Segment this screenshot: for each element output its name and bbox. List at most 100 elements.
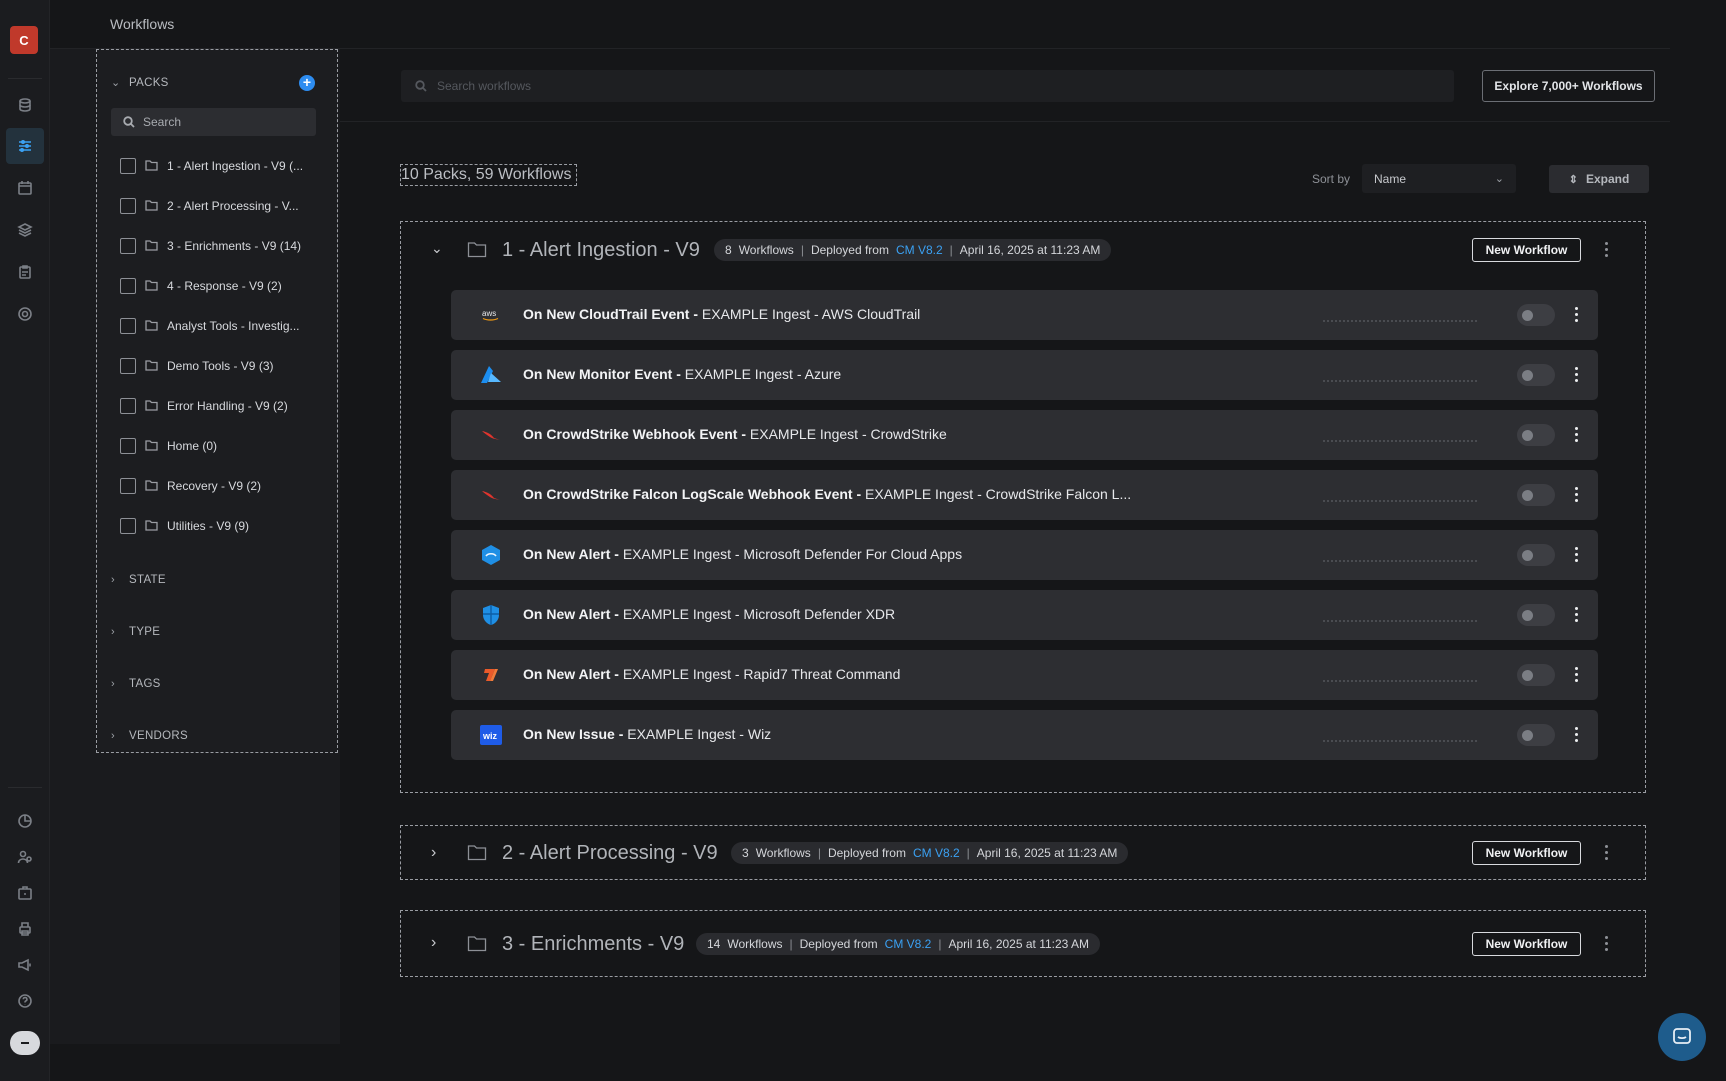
pack-filter-item[interactable]: Error Handling - V9 (2) [120, 398, 288, 414]
printer-icon[interactable] [15, 919, 35, 939]
workflow-name: On New CloudTrail Event - EXAMPLE Ingest… [523, 306, 920, 322]
workflow-toggle[interactable] [1517, 724, 1555, 746]
expand-button[interactable]: ⇕ Expand [1549, 165, 1649, 193]
pie-chart-icon[interactable] [15, 811, 35, 831]
new-workflow-button[interactable]: New Workflow [1472, 238, 1581, 262]
layers-icon[interactable] [15, 220, 35, 240]
chat-launcher-button[interactable] [1658, 1013, 1706, 1061]
checkbox[interactable] [120, 318, 136, 334]
workflow-toggle[interactable] [1517, 544, 1555, 566]
checkbox[interactable] [120, 238, 136, 254]
calendar-icon[interactable] [15, 178, 35, 198]
pack-header[interactable]: ⌄ 1 - Alert Ingestion - V9 8 Workflows |… [401, 222, 1645, 278]
checkbox[interactable] [120, 438, 136, 454]
chevron-right-icon[interactable]: › [431, 934, 436, 952]
tags-section-header[interactable]: › TAGS [111, 678, 161, 690]
chevron-right-icon: › [111, 626, 115, 638]
workflow-trigger: On New Alert - [523, 666, 619, 682]
workflow-toggle[interactable] [1517, 664, 1555, 686]
workflow-row[interactable]: aws On New CloudTrail Event - EXAMPLE In… [451, 290, 1598, 340]
chevron-right-icon[interactable]: › [431, 844, 436, 862]
workflow-trigger: On CrowdStrike Falcon LogScale Webhook E… [523, 486, 862, 502]
workflow-row[interactable]: On CrowdStrike Webhook Event - EXAMPLE I… [451, 410, 1598, 460]
pack-filter-item[interactable]: 4 - Response - V9 (2) [120, 278, 282, 294]
workflow-search-input[interactable]: Search workflows [401, 70, 1454, 102]
more-options-icon[interactable] [1573, 307, 1579, 322]
workflow-count: 3 [742, 846, 749, 860]
pack-filter-item[interactable]: 1 - Alert Ingestion - V9 (... [120, 158, 303, 174]
more-options-icon[interactable] [1573, 607, 1579, 622]
pack-filter-item[interactable]: 3 - Enrichments - V9 (14) [120, 238, 301, 254]
more-options-icon[interactable] [1573, 427, 1579, 442]
workflow-title: EXAMPLE Ingest - CrowdStrike [749, 426, 947, 442]
pack-filter-item[interactable]: Recovery - V9 (2) [120, 478, 261, 494]
workflow-row[interactable]: On New Alert - EXAMPLE Ingest - Microsof… [451, 530, 1598, 580]
workflows-icon[interactable] [15, 136, 35, 156]
pack-filter-item[interactable]: Analyst Tools - Investig... [120, 318, 300, 334]
target-icon[interactable] [15, 304, 35, 324]
pack-search-input[interactable]: Search [111, 108, 316, 136]
bot-avatar-icon[interactable] [10, 1031, 40, 1055]
app-logo[interactable]: C [10, 26, 38, 54]
more-options-icon[interactable] [1573, 727, 1579, 742]
cm-version-link[interactable]: CM V8.2 [896, 243, 943, 257]
vendors-section-header[interactable]: › VENDORS [111, 730, 188, 742]
workflow-toggle[interactable] [1517, 424, 1555, 446]
workflow-row[interactable]: On New Monitor Event - EXAMPLE Ingest - … [451, 350, 1598, 400]
pack-card: ⌄ 1 - Alert Ingestion - V9 8 Workflows |… [400, 221, 1646, 793]
packs-section-header[interactable]: ⌄ PACKS [111, 76, 169, 90]
defender-shield-icon [479, 603, 503, 627]
workflow-toggle[interactable] [1517, 484, 1555, 506]
users-icon[interactable] [15, 847, 35, 867]
checkbox[interactable] [120, 198, 136, 214]
more-options-icon[interactable] [1603, 936, 1609, 951]
more-options-icon[interactable] [1603, 242, 1609, 257]
workflow-name: On CrowdStrike Falcon LogScale Webhook E… [523, 486, 1131, 502]
workflow-row[interactable]: On New Alert - EXAMPLE Ingest - Rapid7 T… [451, 650, 1598, 700]
pack-card[interactable]: › 3 - Enrichments - V9 14 Workflows | De… [400, 910, 1646, 977]
clipboard-icon[interactable] [15, 262, 35, 282]
more-options-icon[interactable] [1573, 367, 1579, 382]
more-options-icon[interactable] [1573, 487, 1579, 502]
sort-select[interactable]: Name ⌄ [1362, 164, 1516, 193]
add-pack-button[interactable]: + [299, 75, 315, 91]
workflow-name: On New Monitor Event - EXAMPLE Ingest - … [523, 366, 841, 382]
pack-filter-label: 2 - Alert Processing - V... [167, 199, 299, 213]
checkbox[interactable] [120, 478, 136, 494]
workflow-count: 8 [725, 243, 732, 257]
type-section-header[interactable]: › TYPE [111, 626, 160, 638]
briefcase-icon[interactable] [15, 883, 35, 903]
checkbox[interactable] [120, 398, 136, 414]
checkbox[interactable] [120, 358, 136, 374]
workflow-row[interactable]: On CrowdStrike Falcon LogScale Webhook E… [451, 470, 1598, 520]
workflow-row[interactable]: wiz On New Issue - EXAMPLE Ingest - Wiz [451, 710, 1598, 760]
pack-card[interactable]: › 2 - Alert Processing - V9 3 Workflows … [400, 825, 1646, 880]
workflow-toggle[interactable] [1517, 304, 1555, 326]
workflow-row[interactable]: On New Alert - EXAMPLE Ingest - Microsof… [451, 590, 1598, 640]
folder-icon [467, 240, 487, 263]
database-icon[interactable] [15, 95, 35, 115]
explore-workflows-button[interactable]: Explore 7,000+ Workflows [1482, 70, 1655, 102]
new-workflow-button[interactable]: New Workflow [1472, 932, 1581, 956]
checkbox[interactable] [120, 518, 136, 534]
more-options-icon[interactable] [1603, 845, 1609, 860]
more-options-icon[interactable] [1573, 547, 1579, 562]
checkbox[interactable] [120, 278, 136, 294]
more-options-icon[interactable] [1573, 667, 1579, 682]
new-workflow-button[interactable]: New Workflow [1472, 841, 1581, 865]
pack-filter-item[interactable]: Home (0) [120, 438, 217, 454]
megaphone-icon[interactable] [15, 955, 35, 975]
pack-filter-item[interactable]: 2 - Alert Processing - V... [120, 198, 299, 214]
workflow-toggle[interactable] [1517, 364, 1555, 386]
chevron-down-icon[interactable]: ⌄ [431, 240, 443, 257]
pack-filter-item[interactable]: Utilities - V9 (9) [120, 518, 249, 534]
cm-version-link[interactable]: CM V8.2 [885, 937, 932, 951]
workflow-toggle[interactable] [1517, 604, 1555, 626]
checkbox[interactable] [120, 158, 136, 174]
help-icon[interactable] [15, 991, 35, 1011]
deployed-from-label: Deployed from [799, 937, 878, 951]
cm-version-link[interactable]: CM V8.2 [913, 846, 960, 860]
rail-divider-bottom [8, 787, 42, 788]
state-section-header[interactable]: › STATE [111, 574, 166, 586]
pack-filter-item[interactable]: Demo Tools - V9 (3) [120, 358, 273, 374]
